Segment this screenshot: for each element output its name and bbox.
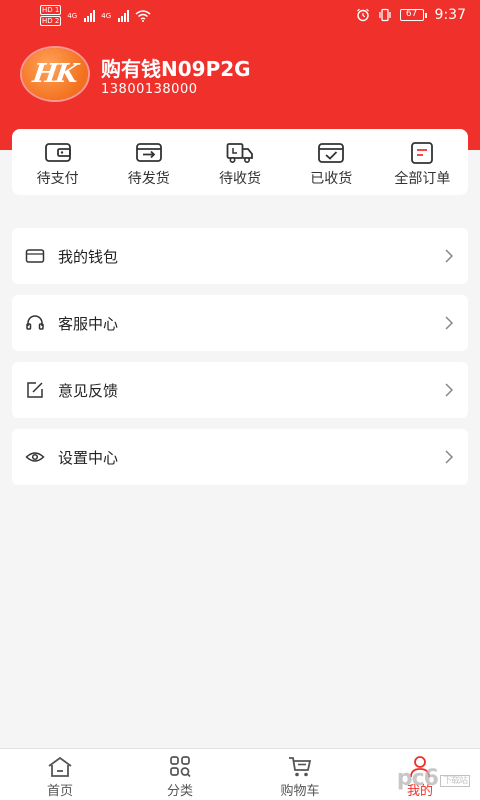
avatar[interactable]: HK (22, 48, 88, 100)
headset-icon (26, 315, 44, 330)
tab-home[interactable]: 首页 (0, 749, 120, 800)
watermark: pc6 下载站 (397, 766, 470, 791)
vibrate-icon (378, 8, 391, 22)
eye-icon (25, 452, 45, 462)
watermark-main: pc6 (396, 766, 439, 791)
status-left: HD 1 HD 2 4G 4G (40, 5, 151, 26)
hd-badges: HD 1 HD 2 (40, 5, 62, 26)
order-label: 待支付 (36, 171, 79, 187)
order-label: 全部订单 (394, 171, 451, 187)
watermark-sub: 下载站 (439, 774, 470, 787)
menu-item-label: 客服中心 (58, 314, 119, 333)
clock: 9:37 (434, 7, 466, 23)
tab-label: 首页 (46, 784, 73, 799)
chevron-right-icon (445, 316, 454, 330)
username: 购有钱N09P2G (101, 57, 251, 81)
hd1-badge: HD 1 (40, 5, 62, 15)
menu-item-label: 设置中心 (58, 448, 119, 467)
phone-number: 13800138000 (101, 82, 198, 97)
network-label-2: 4G (101, 11, 112, 20)
hd2-badge: HD 2 (40, 16, 62, 26)
truck-icon (226, 143, 253, 163)
menu-item-feedback[interactable]: 意见反馈 (12, 362, 468, 418)
order-all[interactable]: 全部订单 (377, 129, 468, 195)
signal-icon (84, 9, 96, 22)
order-pending-receipt[interactable]: 待收货 (194, 129, 285, 195)
order-pending-shipment[interactable]: 待发货 (103, 129, 194, 195)
battery-level: 67 (399, 9, 424, 21)
avatar-logo: HK (31, 59, 79, 89)
order-label: 已收货 (310, 171, 353, 187)
signal-icon-2 (118, 9, 130, 22)
wifi-icon (135, 9, 151, 22)
cart-icon (289, 757, 312, 777)
edit-icon (27, 382, 43, 398)
chevron-right-icon (445, 249, 454, 263)
menu-item-settings[interactable]: 设置中心 (12, 429, 468, 485)
status-bar: HD 1 HD 2 4G 4G 67 9:37 (0, 0, 480, 32)
wallet-icon (44, 143, 71, 162)
box-check-icon (318, 143, 345, 163)
tab-label: 购物车 (280, 784, 320, 799)
order-pending-payment[interactable]: 待支付 (12, 129, 103, 195)
order-list-icon (411, 142, 434, 164)
chevron-right-icon (445, 383, 454, 397)
battery-icon: 67 (399, 9, 427, 21)
home-icon (48, 756, 72, 777)
category-icon (170, 756, 191, 778)
menu-item-wallet[interactable]: 我的钱包 (12, 228, 468, 284)
alarm-icon (356, 8, 369, 22)
order-label: 待收货 (219, 171, 261, 187)
order-received[interactable]: 已收货 (286, 129, 377, 195)
network-label-1: 4G (67, 11, 78, 20)
menu-item-label: 意见反馈 (58, 381, 119, 400)
status-right: 67 9:37 (356, 7, 466, 23)
menu-item-customer-service[interactable]: 客服中心 (12, 295, 468, 351)
order-status-card: 待支付 待发货 待收货 已收货 全部订单 (12, 129, 468, 195)
tab-cart[interactable]: 购物车 (240, 749, 360, 800)
menu-item-label: 我的钱包 (58, 247, 119, 266)
card-icon (25, 249, 45, 263)
chevron-right-icon (445, 450, 454, 464)
tab-category[interactable]: 分类 (120, 749, 240, 800)
order-label: 待发货 (127, 171, 170, 187)
package-out-icon (135, 143, 162, 162)
tab-label: 分类 (166, 784, 193, 799)
